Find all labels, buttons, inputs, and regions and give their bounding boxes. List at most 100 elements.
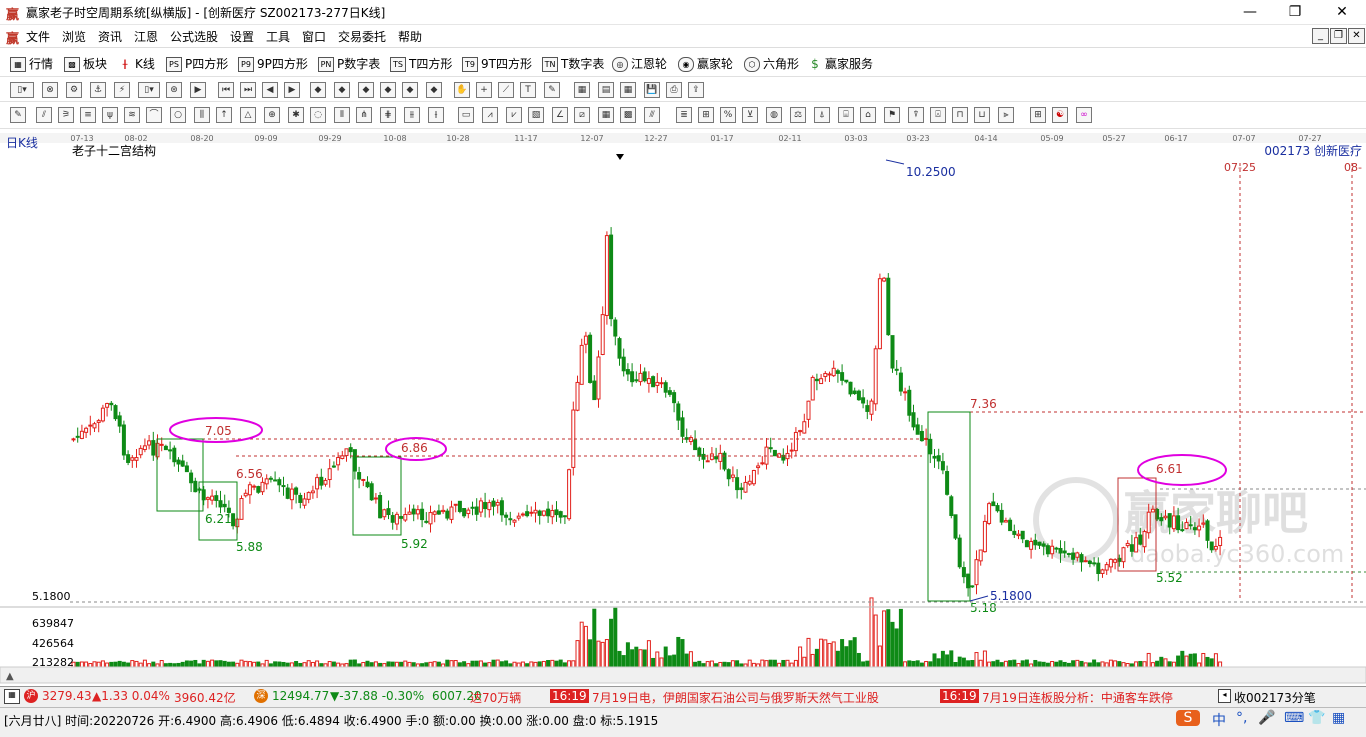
fork-icon[interactable]: ψ: [102, 107, 118, 123]
toolbar-winner-service[interactable]: $ 赢家服务: [808, 55, 873, 72]
hatch-icon[interactable]: ▧: [528, 107, 544, 123]
print-icon[interactable]: ⎙: [666, 82, 682, 98]
triangle-icon[interactable]: △: [240, 107, 256, 123]
box-grid-icon[interactable]: ▦: [598, 107, 614, 123]
toolbar-9t-square[interactable]: T9 9T四方形: [462, 55, 532, 72]
menu-gann[interactable]: 江恩: [134, 28, 158, 45]
toolbar-gann-wheel[interactable]: ◎ 江恩轮: [612, 55, 667, 72]
hand-icon[interactable]: ✋: [454, 82, 470, 98]
kline-chart[interactable]: 07-13 08-02 08-20 09-09 09-29 10-08 10-28 11-17…: [0, 129, 1366, 685]
menu-trade[interactable]: 交易委托: [338, 28, 386, 45]
maximize-button[interactable]: ❐: [1275, 2, 1315, 22]
gate-icon[interactable]: ⊓: [952, 107, 968, 123]
diag-lines-icon[interactable]: ⫻: [644, 107, 660, 123]
board-icon[interactable]: ▦: [4, 689, 20, 704]
angle-icon[interactable]: ∠: [552, 107, 568, 123]
expand-icon[interactable]: ◆: [380, 82, 396, 98]
ime-punct-icon[interactable]: °,: [1236, 710, 1247, 726]
table-view-icon[interactable]: ⊞: [1030, 107, 1046, 123]
star-icon[interactable]: ✱: [288, 107, 304, 123]
arrow-up-icon[interactable]: ↑: [216, 107, 232, 123]
level-icon[interactable]: ⊻: [742, 107, 758, 123]
text-tool-icon[interactable]: T: [520, 82, 536, 98]
toolbar-t-square[interactable]: TS T四方形: [390, 55, 452, 72]
cycle-icon[interactable]: ⋔: [356, 107, 372, 123]
toolbar-quotes[interactable]: ▦ 行情: [10, 55, 53, 72]
wave-icon[interactable]: ≋: [124, 107, 140, 123]
toolbar-hexagon[interactable]: ⬡ 六角形: [744, 55, 799, 72]
zoom-out-icon[interactable]: ◆: [334, 82, 350, 98]
toolbar-p-square[interactable]: PS P四方形: [166, 55, 228, 72]
target-icon[interactable]: ⊕: [264, 107, 280, 123]
crosshair-icon[interactable]: +: [476, 82, 492, 98]
coin-icon[interactable]: ◍: [766, 107, 782, 123]
crosshatch-icon[interactable]: ⊞: [698, 107, 714, 123]
mdi-restore-button[interactable]: ❐: [1330, 28, 1347, 44]
ruler-icon[interactable]: ≣: [676, 107, 692, 123]
period-tool-icon[interactable]: ✎: [544, 82, 560, 98]
mdi-minimize-button[interactable]: _: [1312, 28, 1329, 44]
ime-chinese-icon[interactable]: 中: [1212, 710, 1226, 730]
rect-tool-icon[interactable]: ▭: [458, 107, 474, 123]
kline-chart-panel[interactable]: 07-13 08-02 08-20 09-09 09-29 10-08 10-28 11-17…: [0, 129, 1366, 685]
sz-index[interactable]: 12494.77: [272, 689, 329, 703]
horizontal-scrollbar[interactable]: [0, 666, 1366, 684]
speed-line-icon[interactable]: ⩘: [482, 107, 498, 123]
scroll-up-icon[interactable]: ▲: [6, 671, 14, 682]
microphone-icon[interactable]: 🎤: [1258, 710, 1275, 726]
infinity-icon[interactable]: ∞: [1076, 107, 1092, 123]
yin-yang-icon[interactable]: ☯: [1052, 107, 1068, 123]
menu-settings[interactable]: 设置: [230, 28, 254, 45]
toolbar-9p-square[interactable]: P9 9P四方形: [238, 55, 308, 72]
pyramid-icon[interactable]: ⍋: [814, 107, 830, 123]
news-item-2[interactable]: 7月19日连板股分析：中通客车跌停: [982, 689, 1173, 706]
ime-logo-icon[interactable]: S: [1176, 710, 1200, 726]
next-icon[interactable]: ▶: [284, 82, 300, 98]
gann-fan-icon[interactable]: ⚞: [58, 107, 74, 123]
first-bar-icon[interactable]: ⏮: [218, 82, 234, 98]
tick-detail-label[interactable]: 收002173分笔: [1234, 689, 1316, 706]
grid-tool-icon[interactable]: ▦: [620, 82, 636, 98]
parallel-line-icon[interactable]: ⫽: [36, 107, 52, 123]
news-fragment[interactable]: 达70万辆: [470, 689, 521, 706]
flag-icon[interactable]: ⚑: [884, 107, 900, 123]
skin-icon[interactable]: 👕: [1308, 710, 1325, 726]
minimize-button[interactable]: —: [1230, 2, 1270, 22]
fan-line-icon[interactable]: ⩗: [506, 107, 522, 123]
draw-tool-icon-7[interactable]: ▶: [190, 82, 206, 98]
menu-file[interactable]: 文件: [26, 28, 50, 45]
draw-tool-icon-4[interactable]: ⚡: [114, 82, 130, 98]
temple-icon[interactable]: ⌂: [860, 107, 876, 123]
zoom-in-icon[interactable]: ◆: [310, 82, 326, 98]
menu-info[interactable]: 资讯: [98, 28, 122, 45]
toolbar-sector[interactable]: ▩ 板块: [64, 55, 107, 72]
comb-icon[interactable]: ⫵: [404, 107, 420, 123]
channel-icon[interactable]: ⧄: [574, 107, 590, 123]
steps-icon[interactable]: ⫸: [998, 107, 1014, 123]
pencil-icon[interactable]: ✎: [10, 107, 26, 123]
arc-icon[interactable]: ⌒: [146, 107, 162, 123]
balance-icon[interactable]: ⚖: [790, 107, 806, 123]
sh-index[interactable]: 3279.43: [42, 689, 92, 703]
calendar-icon[interactable]: ▦: [574, 82, 590, 98]
draw-tool-icon-1[interactable]: ⊗: [42, 82, 58, 98]
menu-formula[interactable]: 公式选股: [170, 28, 218, 45]
center-icon[interactable]: ◆: [426, 82, 442, 98]
save-icon[interactable]: 💾: [644, 82, 660, 98]
vertical-lines-icon[interactable]: ⦀: [334, 107, 350, 123]
menu-tools[interactable]: 工具: [266, 28, 290, 45]
draw-tool-icon-6[interactable]: ⊛: [166, 82, 182, 98]
fib-icon[interactable]: ≡: [80, 107, 96, 123]
menu-window[interactable]: 窗口: [302, 28, 326, 45]
toolbar-kline[interactable]: ╫ K线: [118, 55, 155, 72]
line-tool-icon[interactable]: ⟋: [498, 82, 514, 98]
draw-tool-icon-5[interactable]: ▯▾: [138, 82, 160, 98]
bell-icon[interactable]: ⍓: [930, 107, 946, 123]
draw-tool-icon-3[interactable]: ⚓: [90, 82, 106, 98]
table-tool-icon[interactable]: ▤: [598, 82, 614, 98]
toolbar-p-number[interactable]: PN P数字表: [318, 55, 380, 72]
stair-icon[interactable]: ⌸: [838, 107, 854, 123]
circle-icon[interactable]: ○: [170, 107, 186, 123]
bars-icon[interactable]: ⫼: [194, 107, 210, 123]
layout-dropdown-icon[interactable]: ▯▾: [10, 82, 34, 98]
